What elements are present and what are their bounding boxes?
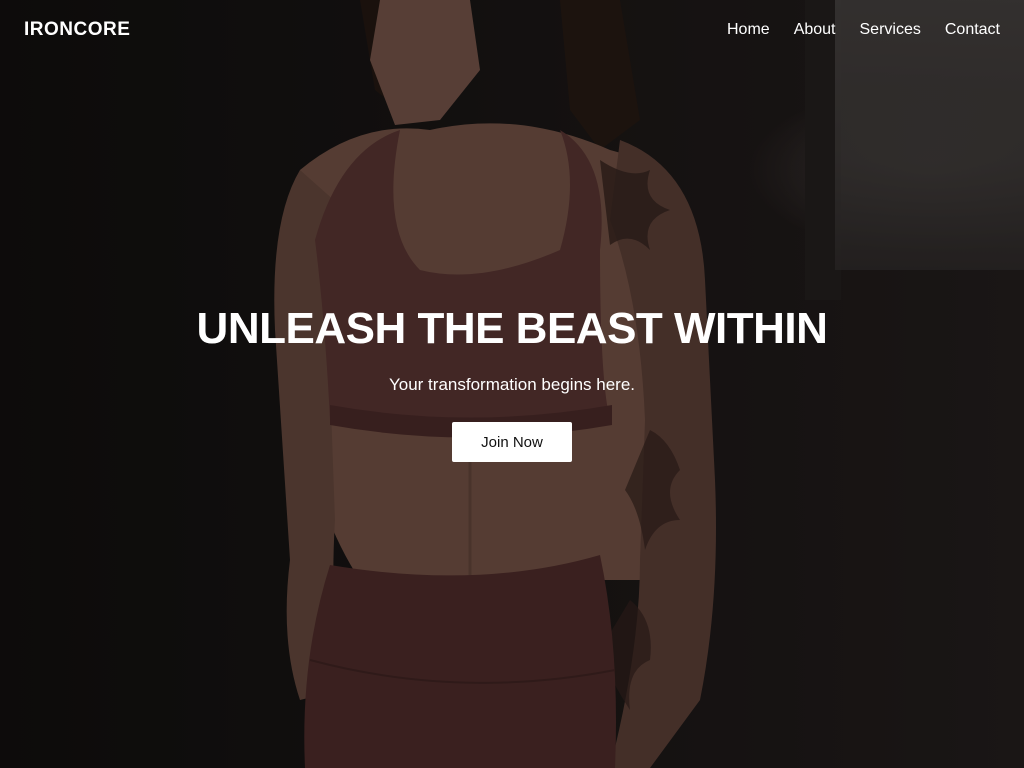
hero-content: UNLEASH THE BEAST WITHIN Your transforma… (0, 300, 1024, 462)
join-now-button[interactable]: Join Now (452, 422, 572, 462)
brand-logo[interactable]: IRONCORE (24, 19, 130, 41)
top-navigation: IRONCORE Home About Services Contact (0, 0, 1024, 60)
hero-subheadline: Your transformation begins here. (388, 375, 636, 394)
hero-section: IRONCORE Home About Services Contact UNL… (0, 0, 1024, 768)
nav-link-about[interactable]: About (794, 21, 836, 39)
nav-link-home[interactable]: Home (727, 21, 770, 39)
hero-headline: UNLEASH THE BEAST WITHIN (196, 304, 828, 353)
nav-links: Home About Services Contact (727, 21, 1000, 39)
nav-link-contact[interactable]: Contact (945, 21, 1000, 39)
nav-link-services[interactable]: Services (860, 21, 921, 39)
